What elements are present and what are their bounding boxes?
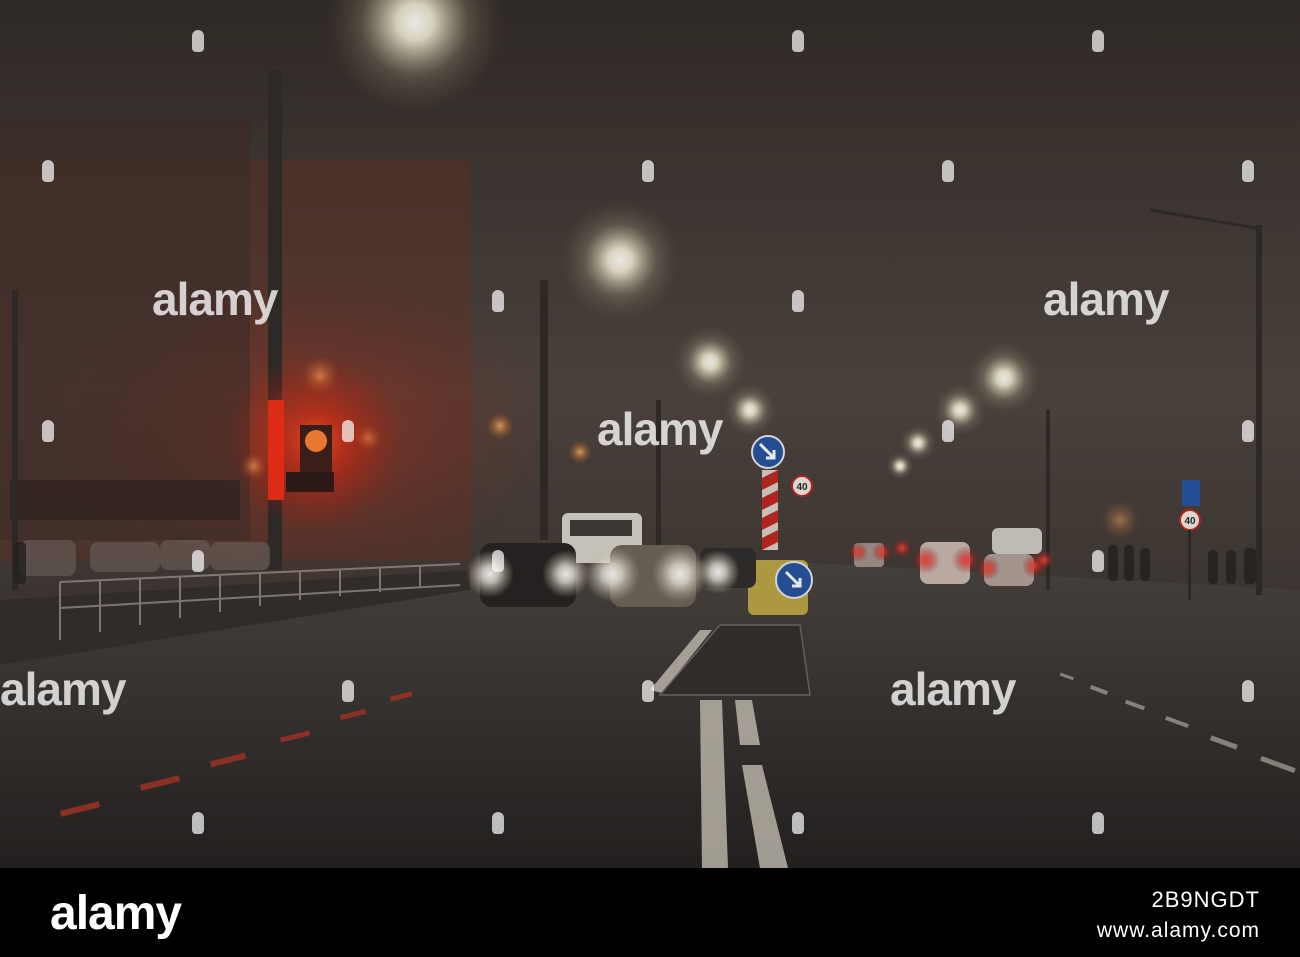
footer-bar: alamy [0,868,1300,957]
watermark-icon [1092,550,1104,572]
footer-url[interactable]: www.alamy.com [1097,919,1260,943]
watermark-icon [342,420,354,442]
watermark-text: alamy [1043,273,1169,325]
watermark-icon [1242,680,1254,702]
watermark-text: alamy [152,273,278,325]
watermark-text: alamy [0,663,126,715]
watermark-icon [792,290,804,312]
watermark-text: alamy [890,663,1016,715]
watermark-icon [642,160,654,182]
watermark-text: alamy [597,403,723,455]
image-id: 2B9NGDT [1151,887,1260,912]
watermark-icon [792,30,804,52]
watermark-icon [492,812,504,834]
watermark-icon [1092,30,1104,52]
footer-logo: alamy [50,887,182,940]
watermark-icon [192,30,204,52]
watermark-icon [792,812,804,834]
watermark-icon [942,420,954,442]
watermark-icon [642,680,654,702]
watermark-icon [192,550,204,572]
watermark-icon [342,680,354,702]
watermark-icon [42,160,54,182]
watermark-icon [192,812,204,834]
watermark-icon [942,160,954,182]
foggy-road-photo: 40 40 alamy alamy alamy alamy alamy [0,0,1300,868]
watermark-icon [492,550,504,572]
watermark-icon [1092,812,1104,834]
watermark-icon [492,290,504,312]
watermark-icon [42,420,54,442]
watermark-icon [1242,160,1254,182]
watermark-icon [1242,420,1254,442]
